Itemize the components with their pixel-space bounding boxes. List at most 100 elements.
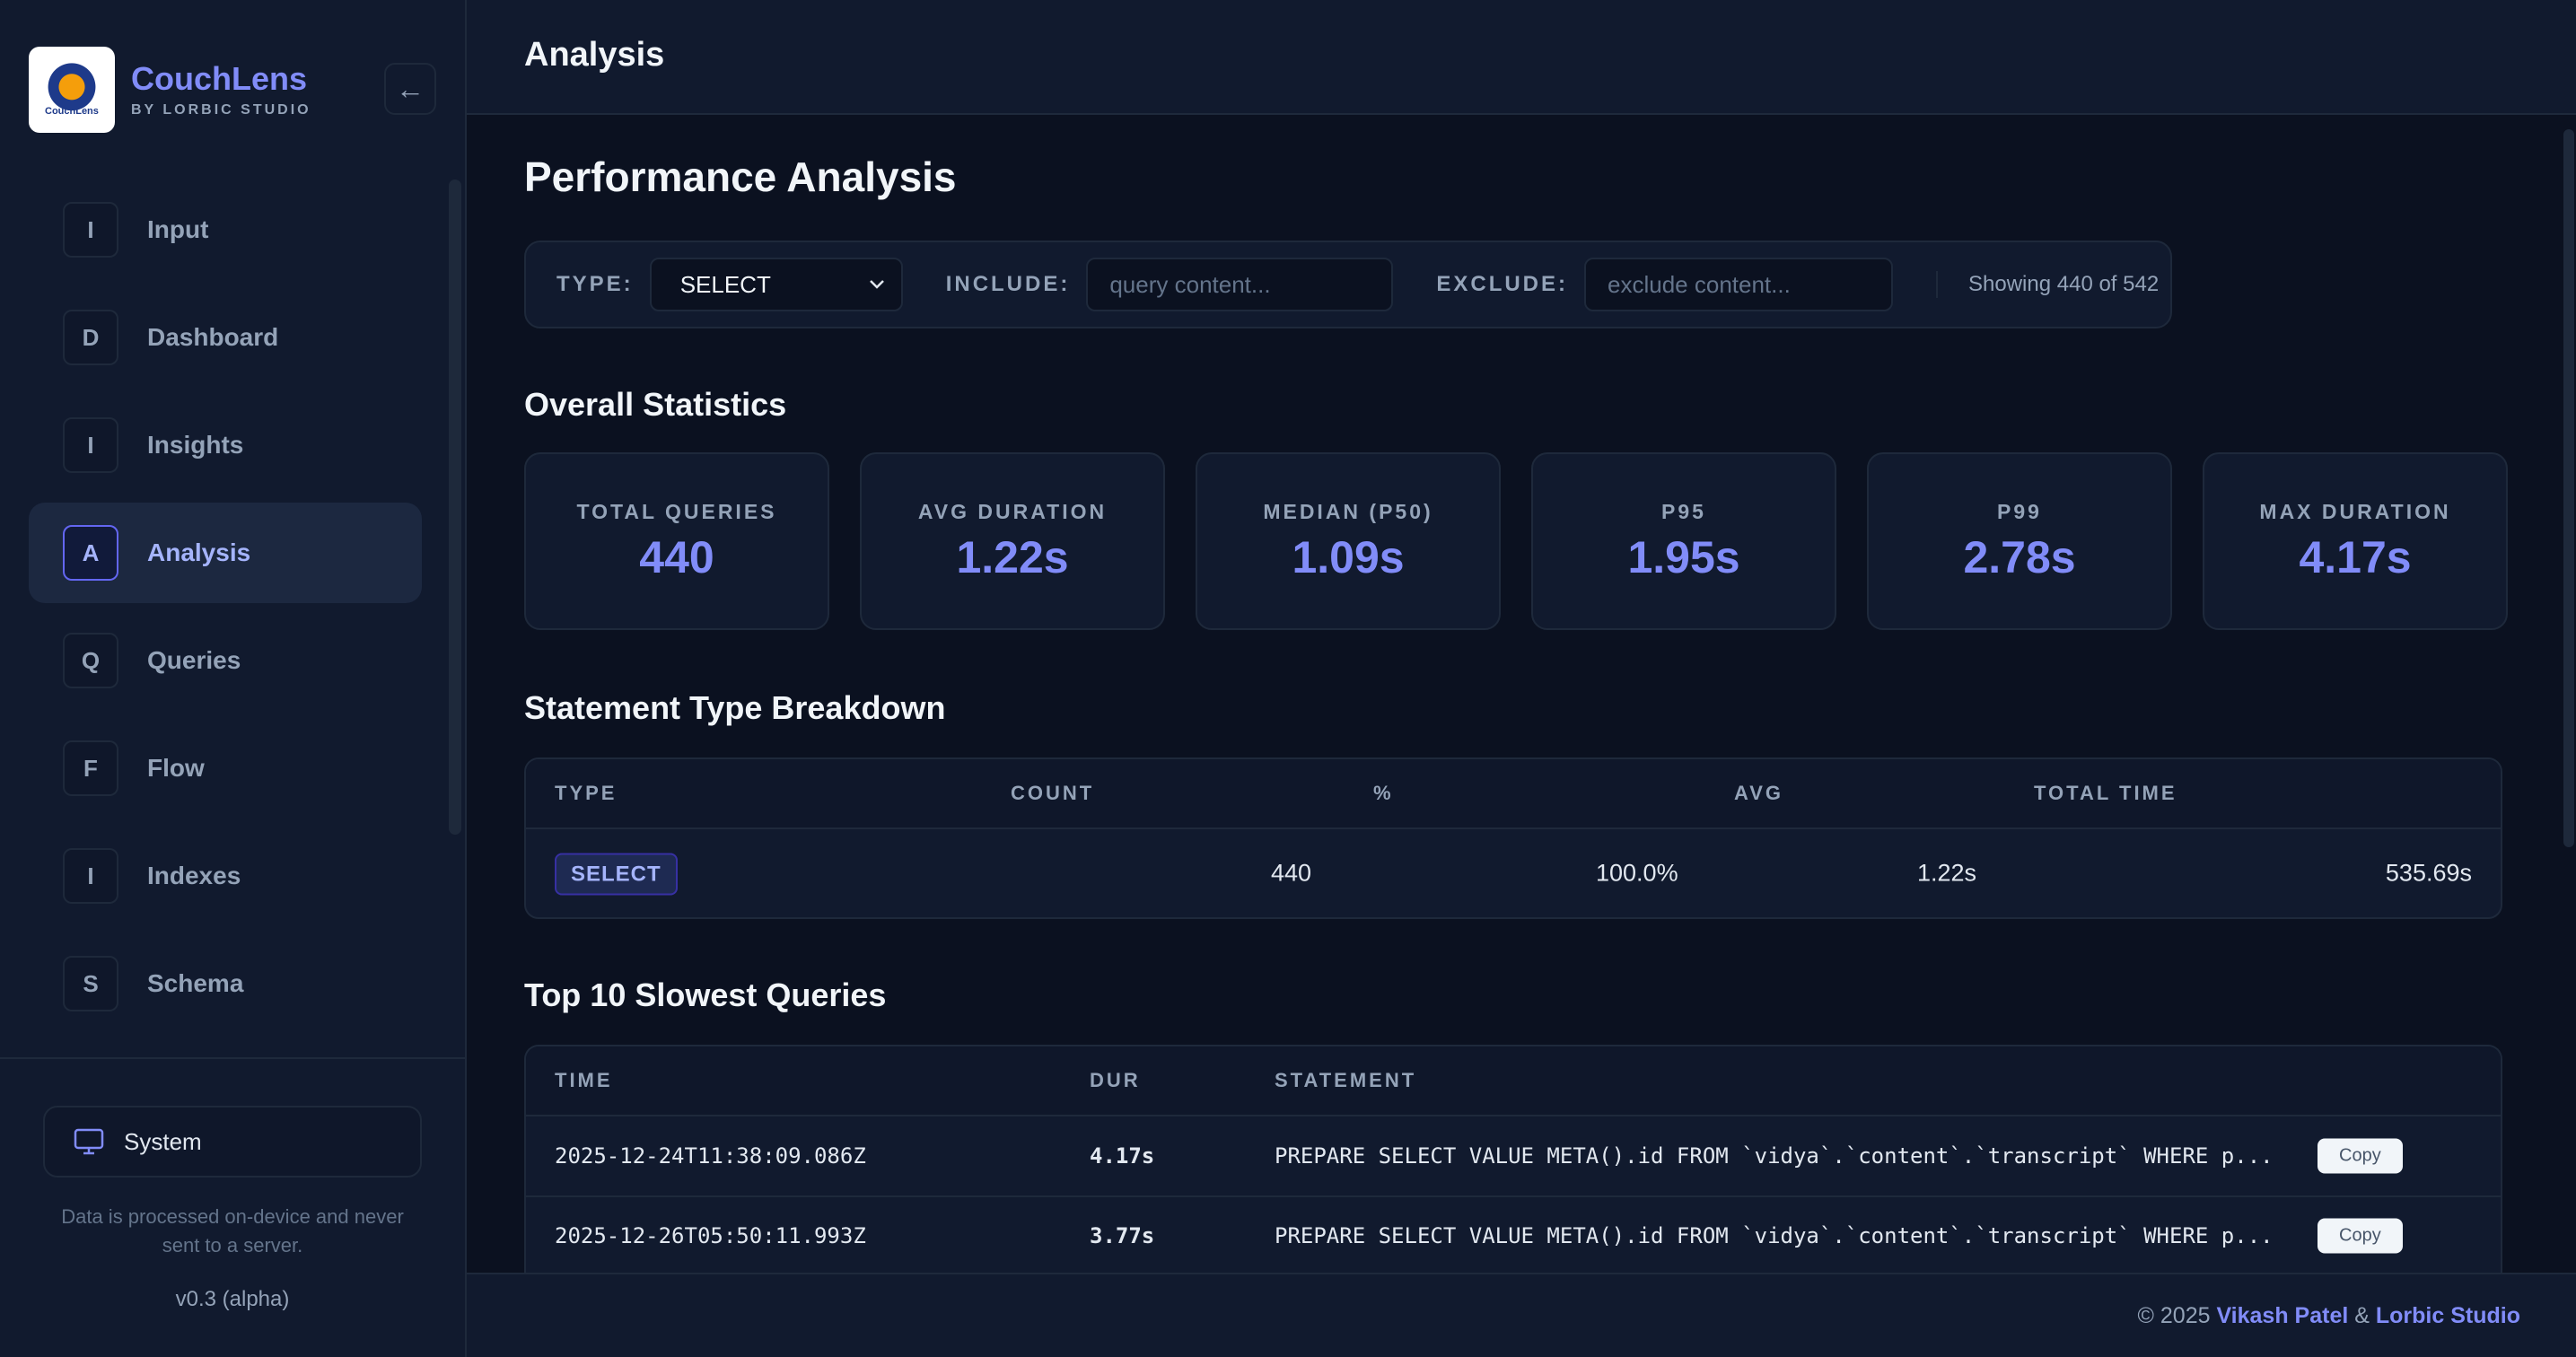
stat-card-median: MEDIAN (P50) 1.09s <box>1196 452 1501 630</box>
table-row[interactable]: 2025-12-24T11:38:09.086Z 4.17s PREPARE S… <box>526 1116 2501 1195</box>
sidebar: CouchLens CouchLens BY LORBIC STUDIO ← I… <box>0 0 467 1357</box>
stat-card-avg-duration: AVG DURATION 1.22s <box>860 452 1165 630</box>
column-header-count[interactable]: COUNT <box>1011 782 1094 805</box>
stat-label: MAX DURATION <box>2259 499 2451 523</box>
nav-letter-icon: F <box>63 740 118 796</box>
slowest-queries-table: TIME DUR STATEMENT 2025-12-24T11:38:09.0… <box>524 1045 2502 1280</box>
sidebar-item-schema[interactable]: S Schema <box>29 933 422 1034</box>
sidebar-item-label: Input <box>147 215 209 243</box>
nav-letter-icon: Q <box>63 633 118 688</box>
main-scrollbar[interactable] <box>2563 129 2574 847</box>
chevron-down-icon <box>869 280 884 289</box>
column-header-avg[interactable]: AVG <box>1734 782 1783 805</box>
table-row[interactable]: 2025-12-26T05:50:11.993Z 3.77s PREPARE S… <box>526 1195 2501 1274</box>
sidebar-nav: I Input D Dashboard I Insights A Analysi… <box>29 179 422 1041</box>
duration-cell: 4.17s <box>1090 1143 1155 1169</box>
nav-letter-icon: S <box>63 956 118 1011</box>
showing-count: Showing 440 of 542 <box>1968 272 2160 296</box>
copy-button[interactable]: Copy <box>2318 1138 2403 1174</box>
monitor-icon <box>74 1128 104 1155</box>
stat-value: 440 <box>639 531 714 582</box>
stat-label: AVG DURATION <box>917 499 1108 523</box>
sidebar-scrollbar[interactable] <box>449 179 461 835</box>
copyright-text: © 2025 <box>2137 1303 2217 1328</box>
overall-statistics-title: Overall Statistics <box>524 386 787 423</box>
nav-letter-icon: I <box>63 202 118 258</box>
type-select[interactable]: SELECT <box>649 258 903 311</box>
nav-letter-icon: A <box>63 525 118 581</box>
stats-grid: TOTAL QUERIES 440 AVG DURATION 1.22s MED… <box>524 452 2508 630</box>
slowest-queries-title: Top 10 Slowest Queries <box>524 976 887 1013</box>
brand[interactable]: CouchLens CouchLens BY LORBIC STUDIO <box>29 47 311 133</box>
collapse-sidebar-button[interactable]: ← <box>384 63 436 115</box>
column-header-statement[interactable]: STATEMENT <box>1275 1069 1416 1092</box>
nav-letter-icon: I <box>63 417 118 473</box>
sidebar-item-analysis[interactable]: A Analysis <box>29 503 422 603</box>
stat-label: P95 <box>1661 499 1706 523</box>
nav-letter-icon: I <box>63 848 118 904</box>
page-footer: © 2025 Vikash Patel & Lorbic Studio <box>467 1273 2576 1357</box>
top-bar: Analysis <box>467 0 2576 115</box>
statement-breakdown-title: Statement Type Breakdown <box>524 689 946 726</box>
filter-divider <box>1936 271 1939 298</box>
sidebar-item-indexes[interactable]: I Indexes <box>29 826 422 926</box>
page-header-title: Analysis <box>524 36 665 74</box>
sidebar-item-queries[interactable]: Q Queries <box>29 610 422 711</box>
column-header-type[interactable]: TYPE <box>555 782 617 805</box>
statement-type-badge: SELECT <box>555 853 678 896</box>
theme-system-button[interactable]: System <box>43 1106 422 1178</box>
footer-credits: © 2025 Vikash Patel & Lorbic Studio <box>2138 1303 2520 1329</box>
stat-card-max-duration: MAX DURATION 4.17s <box>2203 452 2508 630</box>
time-cell: 2025-12-26T05:50:11.993Z <box>555 1223 866 1248</box>
table-header: TYPE COUNT % AVG TOTAL TIME <box>526 759 2501 829</box>
sidebar-item-label: Analysis <box>147 538 251 566</box>
sidebar-item-label: Queries <box>147 646 241 674</box>
sidebar-item-label: Schema <box>147 969 244 997</box>
table-row[interactable]: SELECT 440 100.0% 1.22s 535.69s <box>526 829 2501 917</box>
sidebar-item-input[interactable]: I Input <box>29 179 422 280</box>
stat-value: 2.78s <box>1963 531 2076 582</box>
exclude-filter-label: EXCLUDE: <box>1436 272 1569 296</box>
copy-button[interactable]: Copy <box>2318 1218 2403 1254</box>
column-header-percent[interactable]: % <box>1373 782 1394 805</box>
type-select-value: SELECT <box>679 270 771 298</box>
statement-cell: PREPARE SELECT VALUE META().id FROM `vid… <box>1275 1223 2274 1248</box>
theme-system-label: System <box>124 1127 202 1155</box>
count-cell: 440 <box>1271 859 1312 887</box>
breakdown-table: TYPE COUNT % AVG TOTAL TIME SELECT 440 1… <box>524 757 2502 919</box>
logo-text: CouchLens <box>45 106 99 117</box>
stat-value: 4.17s <box>2299 531 2412 582</box>
studio-link[interactable]: Lorbic Studio <box>2376 1303 2520 1328</box>
author-link[interactable]: Vikash Patel <box>2216 1303 2348 1328</box>
stat-label: MEDIAN (P50) <box>1263 499 1433 523</box>
stat-card-p99: P99 2.78s <box>1867 452 2172 630</box>
couchlens-logo: CouchLens <box>29 47 115 133</box>
total-time-cell: 535.69s <box>2385 859 2472 887</box>
page-title: Performance Analysis <box>524 153 957 200</box>
stat-label: TOTAL QUERIES <box>576 499 777 523</box>
exclude-input[interactable] <box>1584 258 1894 311</box>
stat-value: 1.22s <box>956 531 1069 582</box>
stat-card-p95: P95 1.95s <box>1531 452 1836 630</box>
type-cell: SELECT <box>555 853 678 896</box>
sidebar-item-flow[interactable]: F Flow <box>29 718 422 819</box>
app-version: v0.3 (alpha) <box>175 1287 290 1311</box>
sidebar-item-dashboard[interactable]: D Dashboard <box>29 287 422 388</box>
sidebar-item-insights[interactable]: I Insights <box>29 395 422 495</box>
stat-label: P99 <box>1997 499 2042 523</box>
filter-bar: TYPE: SELECT INCLUDE: EXCLUDE: Showing 4… <box>524 241 2172 328</box>
nav-letter-icon: D <box>63 310 118 365</box>
brand-name: CouchLens <box>131 60 308 98</box>
percent-cell: 100.0% <box>1596 859 1678 887</box>
column-header-duration[interactable]: DUR <box>1090 1069 1141 1092</box>
brand-subtitle: BY LORBIC STUDIO <box>131 101 311 118</box>
ampersand: & <box>2348 1303 2376 1328</box>
include-input[interactable] <box>1086 258 1394 311</box>
sidebar-item-label: Dashboard <box>147 323 279 351</box>
privacy-note: Data is processed on-device and never se… <box>61 1205 404 1256</box>
time-cell: 2025-12-24T11:38:09.086Z <box>555 1143 866 1169</box>
column-header-total-time[interactable]: TOTAL TIME <box>2034 782 2177 805</box>
statement-cell: PREPARE SELECT VALUE META().id FROM `vid… <box>1275 1143 2274 1169</box>
sidebar-item-label: Indexes <box>147 862 241 889</box>
column-header-time[interactable]: TIME <box>555 1069 613 1092</box>
